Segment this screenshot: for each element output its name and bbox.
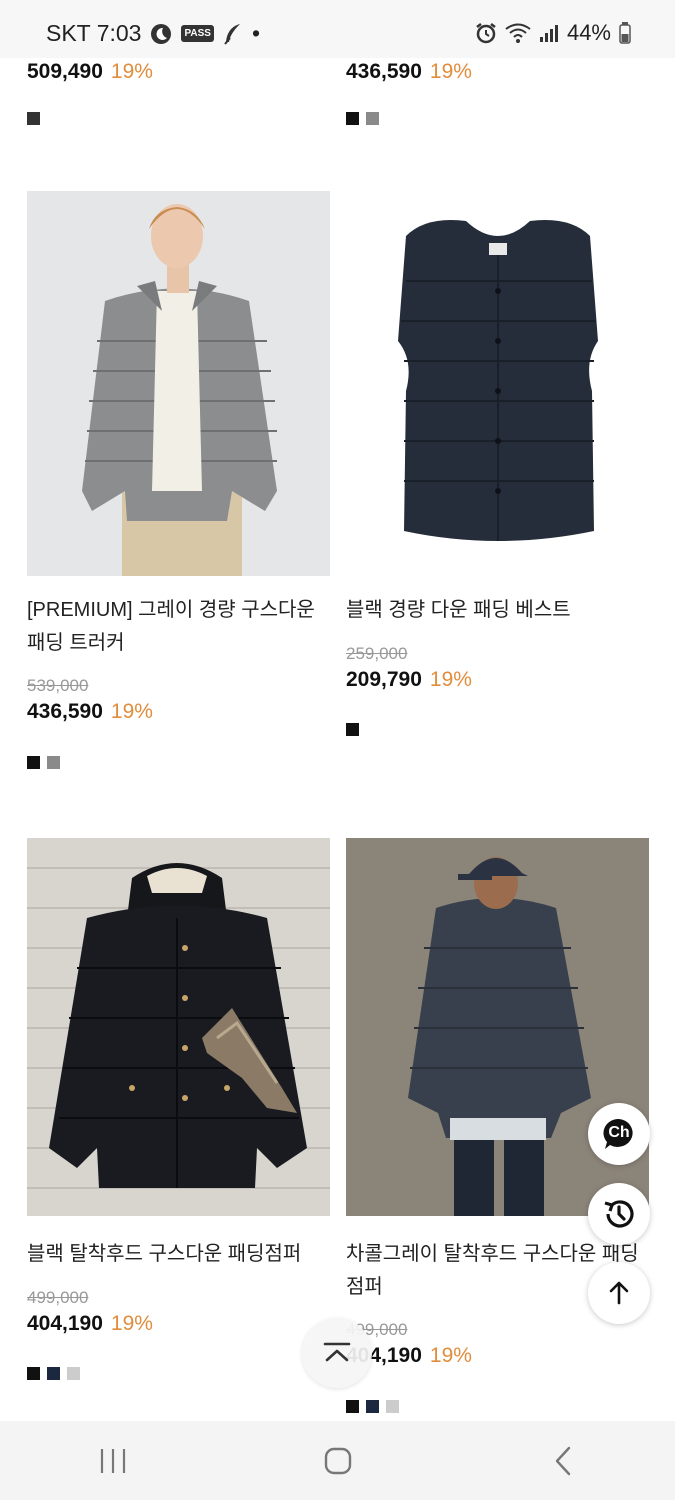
product-name[interactable]: [PREMIUM] 그레이 경량 구스다운 패딩 트러커 (27, 594, 327, 660)
price: 209,790 (346, 668, 422, 691)
status-right: 44% (475, 20, 631, 46)
discount-rate: 19% (429, 668, 472, 691)
top-left-price-row[interactable]: 509,490 19% (27, 60, 153, 84)
carrier-time: SKT 7:03 (46, 20, 142, 46)
recent-apps-icon (100, 1448, 125, 1473)
system-navigation-bar (0, 1421, 675, 1500)
price-row: 209,790 19% (346, 668, 472, 692)
color-swatches (346, 1400, 399, 1413)
signal-icon (539, 24, 559, 42)
color-swatches (27, 1367, 80, 1380)
price-block: 259,000 209,790 19% (346, 644, 472, 692)
product-image-black-hooded-jumper[interactable] (27, 838, 330, 1216)
original-price: 259,000 (346, 644, 408, 663)
discount-rate: 19% (429, 1344, 472, 1367)
price: 509,490 (27, 60, 103, 83)
discount-rate: 19% (110, 700, 153, 723)
channel-chat-button[interactable]: Ch (588, 1103, 650, 1165)
price-block: 539,000 436,590 19% (27, 676, 153, 724)
product-name[interactable]: 블랙 탈착후드 구스다운 패딩점퍼 (27, 1238, 327, 1271)
price-row: 404,190 19% (27, 1312, 153, 1336)
color-swatch (27, 112, 40, 125)
alarm-icon (475, 22, 497, 44)
recent-apps-button[interactable] (73, 1431, 153, 1491)
discount-rate: 19% (110, 1312, 153, 1335)
color-swatch (27, 756, 40, 769)
color-swatches (346, 112, 379, 125)
recently-viewed-button[interactable] (588, 1183, 650, 1245)
color-swatch (47, 756, 60, 769)
back-icon (555, 1446, 570, 1475)
price: 404,190 (27, 1312, 103, 1335)
do-not-disturb-icon (149, 22, 173, 46)
color-swatch (366, 112, 379, 125)
price: 436,590 (346, 60, 422, 83)
chevron-up-double-icon (323, 1342, 351, 1362)
color-swatch (346, 723, 359, 736)
status-bar: SKT 7:03 PASS • 44% (0, 0, 675, 58)
color-swatch (67, 1367, 80, 1380)
home-icon (324, 1447, 351, 1474)
arrow-up-icon (609, 1281, 629, 1305)
price: 436,590 (27, 700, 103, 723)
color-swatch (386, 1400, 399, 1413)
product-image-black-down-vest[interactable] (346, 191, 649, 576)
home-button[interactable] (298, 1431, 378, 1491)
color-swatches (346, 723, 359, 736)
battery-percent: 44% (566, 20, 611, 45)
price-row: 436,590 19% (27, 700, 153, 724)
color-swatches (27, 756, 60, 769)
feather-icon (222, 22, 244, 46)
notification-dot: • (251, 20, 261, 46)
history-icon (604, 1200, 634, 1228)
scroll-to-top-button[interactable] (588, 1262, 650, 1324)
color-swatch (27, 1367, 40, 1380)
back-button[interactable] (523, 1431, 603, 1491)
price-block: 499,000 404,190 19% (27, 1288, 153, 1336)
discount-rate: 19% (429, 60, 472, 83)
pass-badge-icon: PASS (181, 25, 214, 42)
color-swatch (366, 1400, 379, 1413)
collapse-top-button[interactable] (302, 1318, 372, 1388)
top-right-price-row[interactable]: 436,590 19% (346, 60, 472, 84)
wifi-icon (505, 23, 531, 43)
discount-rate: 19% (110, 60, 153, 83)
color-swatches (27, 112, 40, 125)
product-image-gray-trucker-jacket[interactable] (27, 191, 330, 576)
battery-icon (619, 22, 631, 44)
status-left: SKT 7:03 PASS • (46, 20, 260, 47)
color-swatch (346, 1400, 359, 1413)
color-swatch (47, 1367, 60, 1380)
product-name[interactable]: 블랙 경량 다운 패딩 베스트 (346, 594, 646, 627)
chat-label: Ch (608, 1124, 630, 1141)
original-price: 499,000 (27, 1288, 89, 1307)
original-price: 539,000 (27, 676, 89, 695)
color-swatch (346, 112, 359, 125)
